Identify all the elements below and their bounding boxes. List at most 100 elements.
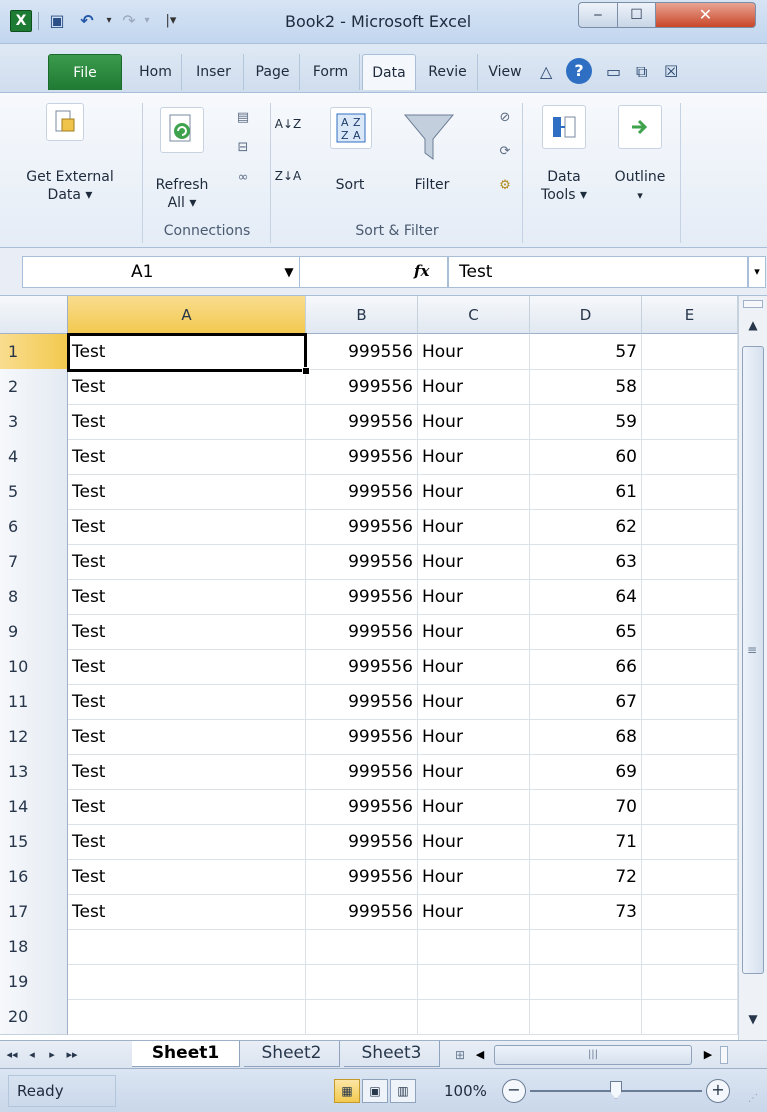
cell-b2[interactable]: 999556: [306, 369, 418, 405]
cell-d11[interactable]: 67: [530, 684, 642, 720]
cell-b12[interactable]: 999556: [306, 719, 418, 755]
cell-c19[interactable]: [418, 964, 530, 1000]
cell-c10[interactable]: Hour: [418, 649, 530, 685]
cell-e11[interactable]: [642, 684, 738, 720]
reapply-filter-icon[interactable]: ⟳: [494, 141, 516, 163]
cell-d19[interactable]: [530, 964, 642, 1000]
outline-label[interactable]: Outline: [604, 169, 676, 186]
zoom-level-label[interactable]: 100%: [444, 1069, 487, 1112]
zoom-slider-thumb[interactable]: [610, 1081, 622, 1099]
cell-c9[interactable]: Hour: [418, 614, 530, 650]
cell-c6[interactable]: Hour: [418, 509, 530, 545]
cell-a17[interactable]: Test: [68, 894, 306, 930]
cell-e16[interactable]: [642, 859, 738, 895]
cell-e14[interactable]: [642, 789, 738, 825]
cell-a10[interactable]: Test: [68, 649, 306, 685]
cell-e5[interactable]: [642, 474, 738, 510]
row-header-15[interactable]: 15: [0, 824, 68, 860]
row-header-13[interactable]: 13: [0, 754, 68, 790]
tab-review[interactable]: Revie: [418, 54, 478, 90]
tab-data[interactable]: Data: [362, 54, 416, 90]
get-external-data-dropdown[interactable]: Data ▾: [0, 187, 140, 204]
cell-b8[interactable]: 999556: [306, 579, 418, 615]
resize-grip-icon[interactable]: ⋰: [748, 1093, 764, 1109]
tab-file[interactable]: File: [48, 54, 122, 90]
cell-d4[interactable]: 60: [530, 439, 642, 475]
next-sheet-icon[interactable]: ▸: [44, 1045, 60, 1065]
cell-a9[interactable]: Test: [68, 614, 306, 650]
row-header-5[interactable]: 5: [0, 474, 68, 510]
sort-label[interactable]: Sort: [320, 177, 380, 194]
cell-b19[interactable]: [306, 964, 418, 1000]
cell-b17[interactable]: 999556: [306, 894, 418, 930]
workbook-close-icon[interactable]: ☒: [664, 58, 678, 86]
row-header-18[interactable]: 18: [0, 929, 68, 965]
column-header-b[interactable]: B: [306, 296, 418, 334]
cell-d2[interactable]: 58: [530, 369, 642, 405]
prev-sheet-icon[interactable]: ◂: [24, 1045, 40, 1065]
sort-z-to-a-icon[interactable]: Z↓A: [274, 165, 302, 187]
row-header-2[interactable]: 2: [0, 369, 68, 405]
cell-b11[interactable]: 999556: [306, 684, 418, 720]
column-header-c[interactable]: C: [418, 296, 530, 334]
cell-c2[interactable]: Hour: [418, 369, 530, 405]
cell-e13[interactable]: [642, 754, 738, 790]
sheet-tab-sheet1[interactable]: Sheet1: [132, 1041, 240, 1067]
cell-b7[interactable]: 999556: [306, 544, 418, 580]
sort-dialog-icon[interactable]: AZZA: [330, 107, 372, 149]
cell-d5[interactable]: 61: [530, 474, 642, 510]
cell-b14[interactable]: 999556: [306, 789, 418, 825]
cell-a13[interactable]: Test: [68, 754, 306, 790]
cell-a12[interactable]: Test: [68, 719, 306, 755]
get-external-data-icon[interactable]: [46, 103, 84, 141]
cell-c14[interactable]: Hour: [418, 789, 530, 825]
cell-d14[interactable]: 70: [530, 789, 642, 825]
horizontal-scrollbar[interactable]: ◀ ||| ▶: [470, 1044, 738, 1066]
data-tools-label[interactable]: Data: [528, 169, 600, 186]
tab-insert[interactable]: Inser: [184, 54, 244, 90]
cell-e20[interactable]: [642, 999, 738, 1035]
connections-icon[interactable]: ▤: [232, 107, 254, 129]
cell-c17[interactable]: Hour: [418, 894, 530, 930]
cell-a2[interactable]: Test: [68, 369, 306, 405]
excel-app-icon[interactable]: X: [10, 10, 32, 32]
cell-a4[interactable]: Test: [68, 439, 306, 475]
close-button[interactable]: ✕: [656, 2, 756, 28]
refresh-all-label[interactable]: Refresh: [148, 177, 216, 194]
cell-e17[interactable]: [642, 894, 738, 930]
insert-function-icon[interactable]: fx: [414, 256, 429, 288]
sheet-tab-sheet3[interactable]: Sheet3: [344, 1041, 440, 1067]
cell-a18[interactable]: [68, 929, 306, 965]
row-header-8[interactable]: 8: [0, 579, 68, 615]
refresh-all-icon[interactable]: [160, 107, 204, 153]
outline-icon[interactable]: [618, 105, 662, 149]
cell-e19[interactable]: [642, 964, 738, 1000]
cell-b4[interactable]: 999556: [306, 439, 418, 475]
worksheet-grid[interactable]: A B C D E 1 Test 999556 Hour 57 2 Test 999556 Hour 58 3…: [0, 296, 738, 1040]
page-break-view-icon[interactable]: ▥: [390, 1079, 416, 1103]
cell-c13[interactable]: Hour: [418, 754, 530, 790]
cell-b10[interactable]: 999556: [306, 649, 418, 685]
data-tools-dropdown[interactable]: Tools ▾: [528, 187, 600, 204]
cell-e3[interactable]: [642, 404, 738, 440]
cell-d17[interactable]: 73: [530, 894, 642, 930]
clear-filter-icon[interactable]: ⊘: [494, 107, 516, 129]
normal-view-icon[interactable]: ▦: [334, 1079, 360, 1103]
cell-b18[interactable]: [306, 929, 418, 965]
properties-icon[interactable]: ⊟: [232, 137, 254, 159]
refresh-all-dropdown[interactable]: All ▾: [148, 195, 216, 212]
cell-b16[interactable]: 999556: [306, 859, 418, 895]
tab-home[interactable]: Hom: [130, 54, 182, 90]
cell-d10[interactable]: 66: [530, 649, 642, 685]
horizontal-split-box[interactable]: [720, 1046, 728, 1064]
cell-e10[interactable]: [642, 649, 738, 685]
cell-b9[interactable]: 999556: [306, 614, 418, 650]
horizontal-scroll-thumb[interactable]: |||: [494, 1045, 692, 1065]
get-external-data-label[interactable]: Get External: [0, 169, 140, 186]
cell-d8[interactable]: 64: [530, 579, 642, 615]
cell-a20[interactable]: [68, 999, 306, 1035]
row-header-14[interactable]: 14: [0, 789, 68, 825]
help-icon[interactable]: ?: [566, 58, 592, 84]
undo-dropdown-icon[interactable]: ▾: [98, 10, 120, 32]
cell-e6[interactable]: [642, 509, 738, 545]
